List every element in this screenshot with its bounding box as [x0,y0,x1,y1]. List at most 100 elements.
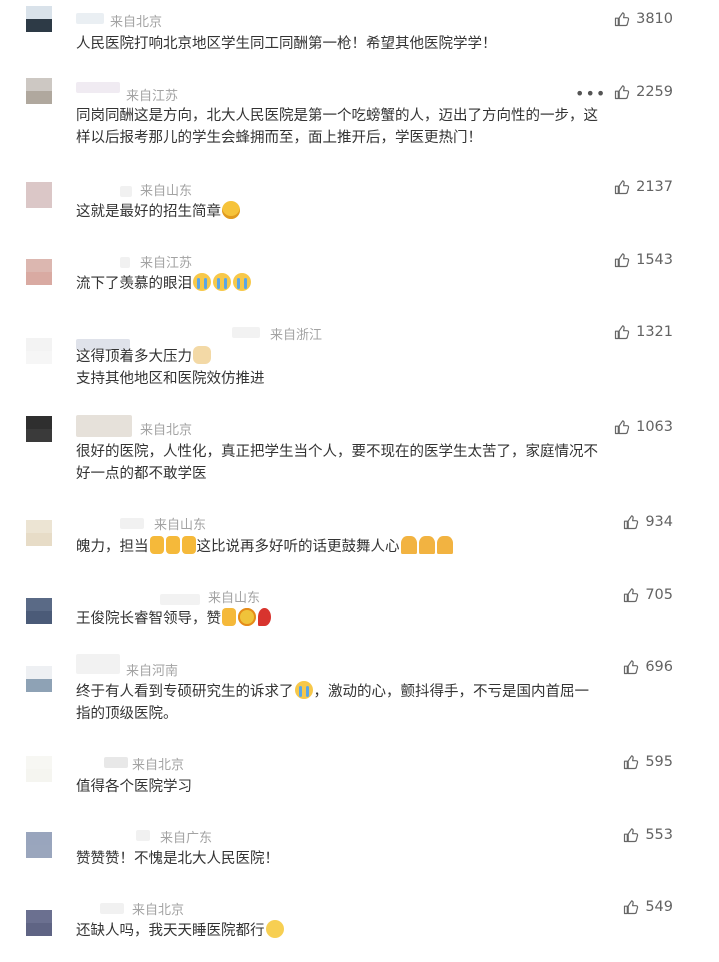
comment-line: 这得顶着多大压力 [76,349,192,365]
comment-text: 人民医院打响北京地区学生同工同酬第一枪！希望其他医院学学！ [76,33,676,55]
comment-text: 还缺人吗，我天天睡医院都行 [76,920,676,942]
avatar[interactable] [26,259,52,285]
like-count: 553 [645,827,673,843]
comment-line: 这就是最好的招生简章 [76,204,221,220]
comment-source: 来自山东 [154,518,207,533]
avatar[interactable] [26,756,52,782]
username-redacted[interactable] [160,594,200,605]
avatar[interactable] [26,598,52,624]
username-redacted[interactable] [120,186,132,197]
crying-emoji [294,681,313,699]
like-button[interactable]: 549 [623,899,673,915]
avatar[interactable] [26,182,52,208]
comment-line: 值得各个医院学习 [76,779,192,795]
thumbs-up-icon [614,11,630,27]
comment-line: 终于有人看到专硕研究生的诉求了 [76,684,294,700]
username-redacted[interactable] [120,257,130,268]
comment-text: 这得顶着多大压力 支持其他地区和医院效仿推进 [76,346,676,390]
like-count: 705 [645,587,673,603]
username-redacted[interactable] [76,654,120,674]
username-redacted[interactable] [76,13,104,24]
comment-source: 来自浙江 [270,328,323,343]
like-count: 549 [645,899,673,915]
username-redacted[interactable] [76,415,132,437]
like-button[interactable]: 696 [623,659,673,675]
username-redacted[interactable] [100,903,124,914]
like-button[interactable]: 1063 [614,419,673,435]
like-button[interactable]: 595 [623,754,673,770]
like-button[interactable]: 553 [623,827,673,843]
comment-line: 人民医院打响北京地区学生同工同酬第一枪！希望其他医院学学！ [76,36,497,52]
avatar[interactable] [26,78,52,104]
like-button[interactable]: 3810 [614,11,673,27]
thumbs-up-icon [623,514,639,530]
comment-line: 指的顶级医院。 [76,706,178,722]
thumbs-up-icon [623,587,639,603]
avatar[interactable] [26,910,52,936]
like-button[interactable]: 1543 [614,252,673,268]
laugh-cry-emoji [222,201,240,219]
thumbs-up-emoji [222,608,236,626]
crying-emoji [193,273,211,291]
avatar[interactable] [26,6,52,32]
comment-line: ，激动的心，颤抖得手，不亏是国内首屈一 [313,684,590,700]
comment-text: 很好的医院，人性化，真正把学生当个人，要不现在的医学生太苦了，家庭情况不 好一点… [76,441,676,485]
username-redacted[interactable] [76,82,120,93]
avatar[interactable] [26,338,52,364]
thumbs-up-icon [623,827,639,843]
comment-source: 来自北京 [140,423,193,438]
like-button[interactable]: 1321 [614,324,673,340]
comment-text: 魄力，担当 这比说再多好听的话更鼓舞人心 [76,536,676,558]
comment-line: 样以后报考那儿的学生会蜂拥而至，面上推开后，学医更热门！ [76,130,482,146]
comment-line: 好一点的都不敢学医 [76,466,207,482]
pleading-emoji [265,920,284,938]
comment-line: 赞赞赞！不愧是北大人民医院！ [76,851,279,867]
username-redacted[interactable] [136,830,150,841]
comment-text: 同岗同酬这是方向，北大人民医院是第一个吃螃蟹的人，迈出了方向性的一步，这 样以后… [76,105,676,149]
thumbs-up-icon [614,419,630,435]
comment-line: 同岗同酬这是方向，北大人民医院是第一个吃螃蟹的人，迈出了方向性的一步，这 [76,108,598,124]
avatar[interactable] [26,832,52,858]
thumbs-up-emoji [165,536,180,554]
comment-source: 来自江苏 [140,256,193,271]
like-count: 595 [645,754,673,770]
like-count: 3810 [636,11,673,27]
dog-emoji [193,346,211,364]
avatar[interactable] [26,666,52,692]
comment-line: 还缺人吗，我天天睡医院都行 [76,923,265,939]
sunflower-emoji [238,608,256,626]
like-button[interactable]: 2259 [614,84,673,100]
like-count: 1063 [636,419,673,435]
more-options-icon[interactable]: ••• [575,84,606,103]
comment-line: 流下了羡慕的眼泪 [76,276,192,292]
comment-text: 流下了羡慕的眼泪 [76,273,676,295]
avatar[interactable] [26,416,52,442]
comment-text: 赞赞赞！不愧是北大人民医院！ [76,848,676,870]
like-button[interactable]: 2137 [614,179,673,195]
comment-source: 来自北京 [132,758,185,773]
pray-emoji [418,536,435,554]
username-redacted[interactable] [232,327,260,338]
pray-emoji [400,536,417,554]
comment-source: 来自山东 [208,591,261,606]
comment-text: 王俊院长睿智领导，赞 [76,608,676,630]
comment-source: 来自河南 [126,664,179,679]
thumbs-up-icon [614,252,630,268]
thumbs-up-icon [623,754,639,770]
like-count: 1321 [636,324,673,340]
comment-text: 值得各个医院学习 [76,776,676,798]
thumbs-up-emoji [149,536,164,554]
avatar[interactable] [26,520,52,546]
comment-line: 这比说再多好听的话更鼓舞人心 [196,539,400,555]
like-count: 1543 [636,252,673,268]
comment-source: 来自山东 [140,184,193,199]
like-count: 696 [645,659,673,675]
thumbs-up-icon [623,899,639,915]
comment-text: 终于有人看到专硕研究生的诉求了 ，激动的心，颤抖得手，不亏是国内首屈一 指的顶级医… [76,681,676,725]
like-button[interactable]: 705 [623,587,673,603]
username-redacted[interactable] [120,518,144,529]
like-count: 2137 [636,179,673,195]
like-button[interactable]: 934 [623,514,673,530]
pray-emoji [436,536,453,554]
username-redacted[interactable] [104,757,128,768]
